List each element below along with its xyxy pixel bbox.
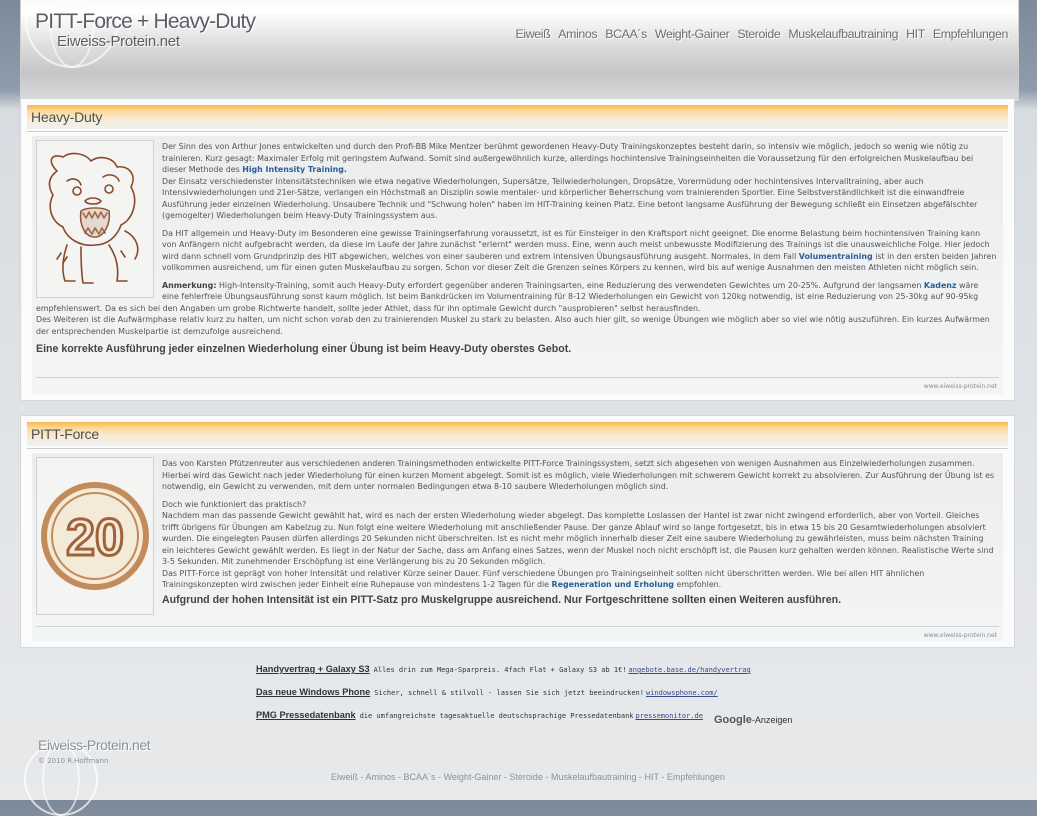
google-ads-label[interactable]: Google-Anzeigen: [714, 714, 792, 726]
ad-link-pressemonitor[interactable]: pressemonitor.de: [636, 712, 703, 720]
cartoon-pitbull-icon: [48, 152, 139, 284]
medal-image: 20: [36, 457, 154, 615]
hd-p3-text: High-Intensity-Training, somit auch Heav…: [216, 280, 924, 290]
footer-nav-empfehlungen[interactable]: Empfehlungen: [667, 772, 725, 782]
ad-text: Alles drin zum Mega-Sparpreis. 4fach Fla…: [373, 666, 627, 674]
nav-aminos[interactable]: Aminos: [554, 27, 601, 41]
footer-nav-muskelaufbautraining[interactable]: Muskelaufbautraining: [551, 772, 637, 782]
pitt-force-text: Das von Karsten Pfützenreuter aus versch…: [32, 453, 1003, 606]
ad-text: Sicher, schnell & stilvoll - lassen Sie …: [374, 689, 644, 697]
pitt-force-credit: www.eiweiss-protein.net: [923, 632, 997, 639]
heavy-duty-paragraph-2: Da HIT allgemein und Heavy-Duty im Beson…: [36, 228, 997, 274]
pf-p2-text: Nachdem man das passende Gewicht gewählt…: [162, 511, 994, 566]
footer-globe-icon: [24, 742, 98, 816]
ad-title-handyvertrag[interactable]: Handyvertrag + Galaxy S3: [256, 664, 370, 674]
heavy-duty-paragraph-1: Der Sinn des von Arthur Jones entwickelt…: [36, 141, 997, 222]
ad-title-pmg[interactable]: PMG Pressedatenbank: [256, 710, 356, 720]
heavy-duty-header: Heavy-Duty: [27, 105, 1008, 132]
heavy-duty-content: Der Sinn des von Arthur Jones entwickelt…: [32, 136, 1003, 394]
footer-copyright: © 2010 R.Hoffmann: [38, 757, 109, 765]
hd-p3c-text: Des Weiteren ist die Aufwärmphase relati…: [36, 315, 990, 336]
footer-logo[interactable]: Eiweiss-Protein.net: [38, 737, 151, 753]
site-title[interactable]: PITT-Force + Heavy-Duty: [35, 10, 256, 34]
heavy-duty-summary: Eine korrekte Ausführung jeder einzelnen…: [36, 343, 572, 355]
pf-p3-text: Das PITT-Force ist geprägt von hoher Int…: [162, 568, 925, 590]
footer-nav-weight-gainer[interactable]: Weight-Gainer: [444, 772, 502, 782]
footer-nav-aminos[interactable]: Aminos: [366, 772, 396, 782]
ad-item: Handyvertrag + Galaxy S3 Alles drin zum M…: [256, 664, 856, 674]
google-ads-suffix: -Anzeigen: [751, 715, 793, 725]
footer-sep: -: [435, 772, 444, 782]
footer-nav: Eiweiß - Aminos - BCAA´s - Weight-Gainer…: [331, 772, 725, 782]
heavy-duty-credit: www.eiweiss-protein.net: [923, 383, 997, 390]
hd-note-label: Anmerkung:: [162, 280, 217, 290]
nav-weight-gainer[interactable]: Weight-Gainer: [651, 27, 733, 41]
medal-number: 20: [66, 509, 124, 567]
footer-nav-bcaas[interactable]: BCAA´s: [404, 772, 436, 782]
nav-muskelaufbautraining[interactable]: Muskelaufbautraining: [784, 27, 902, 41]
site-subtitle[interactable]: Eiweiss-Protein.net: [57, 33, 180, 50]
nav-bcaas[interactable]: BCAA´s: [601, 27, 651, 41]
footer-sep: -: [358, 772, 366, 782]
footer-nav-eiweiss[interactable]: Eiweiß: [331, 772, 358, 782]
footer-sep: -: [542, 772, 551, 782]
pitt-force-header: PITT-Force: [27, 422, 1008, 449]
nav-empfehlungen[interactable]: Empfehlungen: [929, 27, 1012, 41]
pitt-force-heading: PITT-Force: [31, 426, 100, 442]
heavy-duty-heading: Heavy-Duty: [31, 109, 103, 125]
pitt-force-paragraph-1: Das von Karsten Pfützenreuter aus versch…: [162, 459, 995, 491]
pf-question: Doch wie funktioniert das praktisch?: [162, 499, 307, 509]
pf-p3b-text: empfohlen.: [673, 580, 722, 589]
nav-steroide[interactable]: Steroide: [733, 27, 784, 41]
heavy-duty-paragraph-3: Anmerkung: High-Intensity-Training, somi…: [36, 280, 997, 338]
link-regeneration-erholung[interactable]: Regeneration und Erholung: [552, 580, 674, 589]
footer-sep: -: [636, 772, 645, 782]
heavy-duty-text: Der Sinn des von Arthur Jones entwickelt…: [32, 136, 1003, 337]
footer-sep: -: [658, 772, 667, 782]
pitbull-image: [36, 140, 154, 298]
pitt-force-summary: Aufgrund der hohen Intensität ist ein PI…: [162, 593, 842, 606]
link-volumentraining[interactable]: Volumentraining: [799, 252, 873, 261]
footer-nav-hit[interactable]: HIT: [645, 772, 659, 782]
footer-sep: -: [395, 772, 404, 782]
hd-p1b-text: Der Einsatz verschiedenster Intensitätst…: [162, 176, 978, 221]
divider: [36, 626, 999, 627]
ad-link-base[interactable]: angebote.base.de/handyvertrag: [629, 666, 751, 674]
ad-item: Das neue Windows Phone Sicher, schnell & …: [256, 687, 856, 697]
site-header: PITT-Force + Heavy-Duty Eiweiss-Protein.…: [20, 0, 1019, 101]
main-nav: Eiweiß Aminos BCAA´s Weight-Gainer Stero…: [512, 27, 1012, 41]
ad-link-windowsphone[interactable]: windowsphone.com/: [646, 689, 718, 697]
nav-hit[interactable]: HIT: [902, 27, 929, 41]
footer-nav-steroide[interactable]: Steroide: [509, 772, 543, 782]
number-20-medal-icon: 20: [41, 482, 149, 590]
pitt-force-paragraph-2: Doch wie funktioniert das praktisch? Nach…: [36, 499, 997, 591]
google-logo: Google: [714, 714, 752, 726]
pitt-force-section: PITT-Force 20 Das von Karsten Pfützenreu…: [20, 415, 1015, 648]
ad-text: die umfangreichste tagesaktuelle deutsch…: [359, 712, 634, 720]
link-high-intensity-training[interactable]: High Intensity Training.: [242, 165, 347, 174]
divider: [36, 377, 999, 378]
link-kadenz[interactable]: Kadenz: [924, 281, 957, 290]
pitt-force-content: 20 Das von Karsten Pfützenreuter aus ver…: [32, 453, 1003, 641]
heavy-duty-section: Heavy-Duty Der Sinn des von Arthur Jones…: [20, 98, 1015, 401]
nav-eiweiss[interactable]: Eiweiß: [512, 27, 555, 41]
ad-title-windows-phone[interactable]: Das neue Windows Phone: [256, 687, 370, 697]
